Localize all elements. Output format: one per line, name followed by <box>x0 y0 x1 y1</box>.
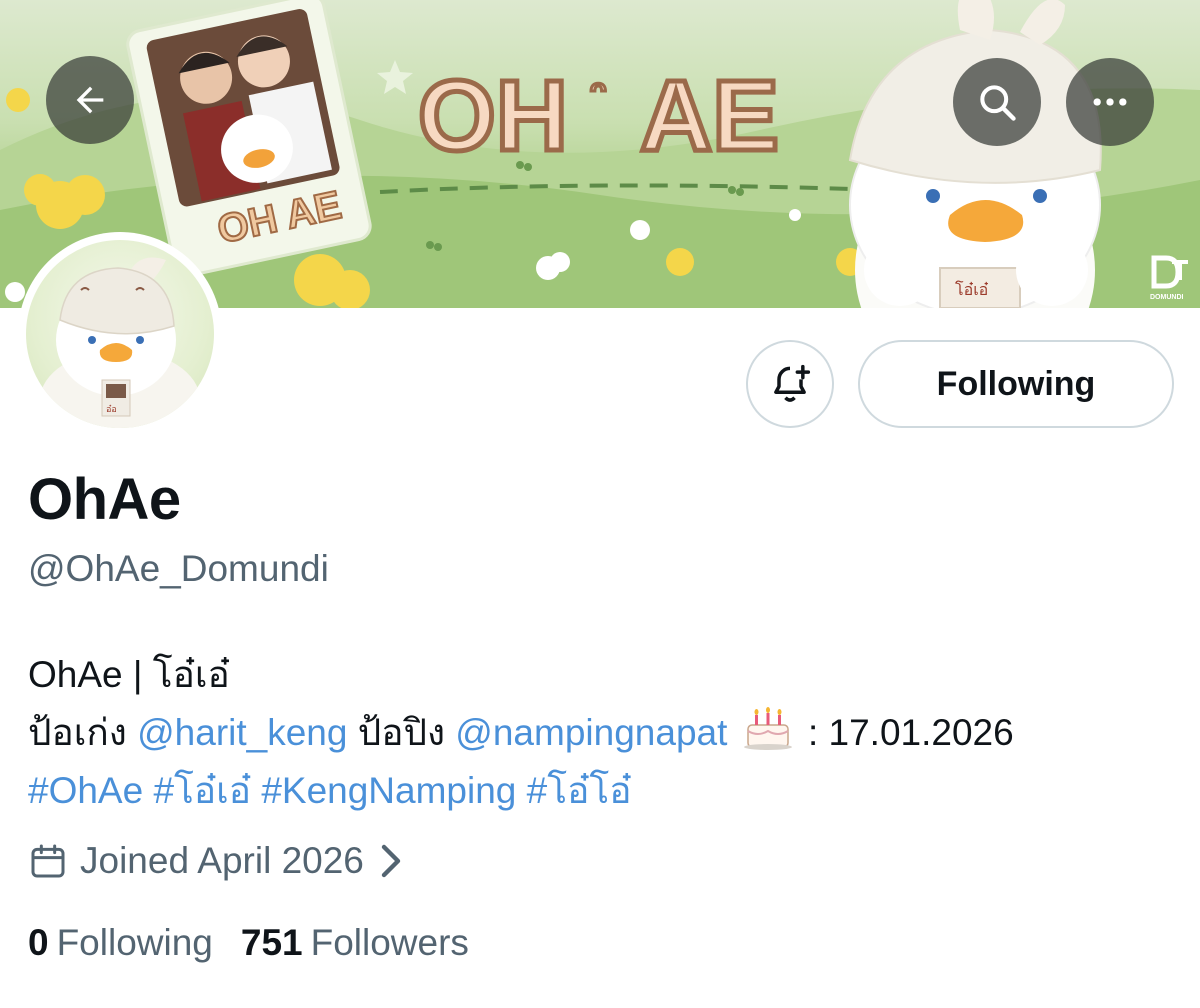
followers-label: Followers <box>310 922 469 963</box>
calendar-icon <box>31 844 65 878</box>
bell-plus-icon <box>774 364 811 402</box>
hashtag-link[interactable]: #KengNamping <box>261 770 516 811</box>
bio-line-2: ป้อเก่ง @harit_keng ป้อปิง @nampingnapat… <box>28 704 1188 762</box>
search-icon <box>980 85 1016 121</box>
followers-count: 751 <box>240 922 303 963</box>
following-button[interactable]: Following <box>858 340 1174 428</box>
display-name: OhAe <box>28 467 181 532</box>
mention-link[interactable]: @harit_keng <box>137 712 347 753</box>
followers-count-link[interactable]: 751 Followers <box>241 922 469 964</box>
svg-text:อ๋อ: อ๋อ <box>106 404 117 415</box>
birthday-date: : 17.01.2026 <box>797 712 1014 753</box>
mention-link[interactable]: @nampingnapat <box>455 712 727 753</box>
bio-text: ป้อปิง <box>347 712 456 753</box>
brand-mark-text: DOMUNDI <box>1150 294 1183 301</box>
more-horizontal-icon <box>1093 98 1127 106</box>
more-options-button[interactable] <box>1066 58 1154 146</box>
following-count-link[interactable]: 0 Following <box>28 922 213 964</box>
joined-date: Joined April 2026 <box>80 840 364 881</box>
birthday-cake-icon <box>743 707 792 750</box>
arrow-left-icon <box>76 86 104 114</box>
hashtag-link[interactable]: #โอ๋เอ๋ <box>153 770 251 811</box>
username-handle: @OhAe_Domundi <box>28 548 329 589</box>
svg-text:โอ๋เอ๋: โอ๋เอ๋ <box>955 280 988 299</box>
profile-avatar[interactable]: อ๋อ <box>18 232 222 436</box>
bio-text: ป้อเก่ง <box>28 712 138 753</box>
hashtag-link[interactable]: #OhAe <box>28 770 143 811</box>
follow-stats: 0 Following 751 Followers <box>28 922 469 964</box>
following-label: Following <box>56 922 213 963</box>
hashtag-link[interactable]: #โอ๋โอ๋ <box>527 770 632 811</box>
bio-hashtags: #OhAe #โอ๋เอ๋ #KengNamping #โอ๋โอ๋ <box>28 762 1188 820</box>
svg-text:AE: AE <box>640 60 779 172</box>
search-button[interactable] <box>953 58 1041 146</box>
bio-line-1: OhAe | โอ๋เอ๋ <box>28 646 1188 704</box>
chevron-right-icon <box>381 844 401 878</box>
notifications-button[interactable] <box>746 340 834 428</box>
profile-bio: OhAe | โอ๋เอ๋ ป้อเก่ง @harit_keng ป้อปิง… <box>28 646 1188 820</box>
brand-logo-icon: DOMUNDI <box>1150 255 1188 301</box>
avatar-illustration: อ๋อ <box>40 257 200 428</box>
back-button[interactable] <box>46 56 134 144</box>
bio-title-text: OhAe | โอ๋เอ๋ <box>28 654 230 695</box>
svg-text:OH: OH <box>418 60 568 172</box>
following-count: 0 <box>28 922 49 963</box>
joined-date-row[interactable]: Joined April 2026 <box>28 838 404 884</box>
svg-text:ᵔ: ᵔ <box>590 73 606 117</box>
